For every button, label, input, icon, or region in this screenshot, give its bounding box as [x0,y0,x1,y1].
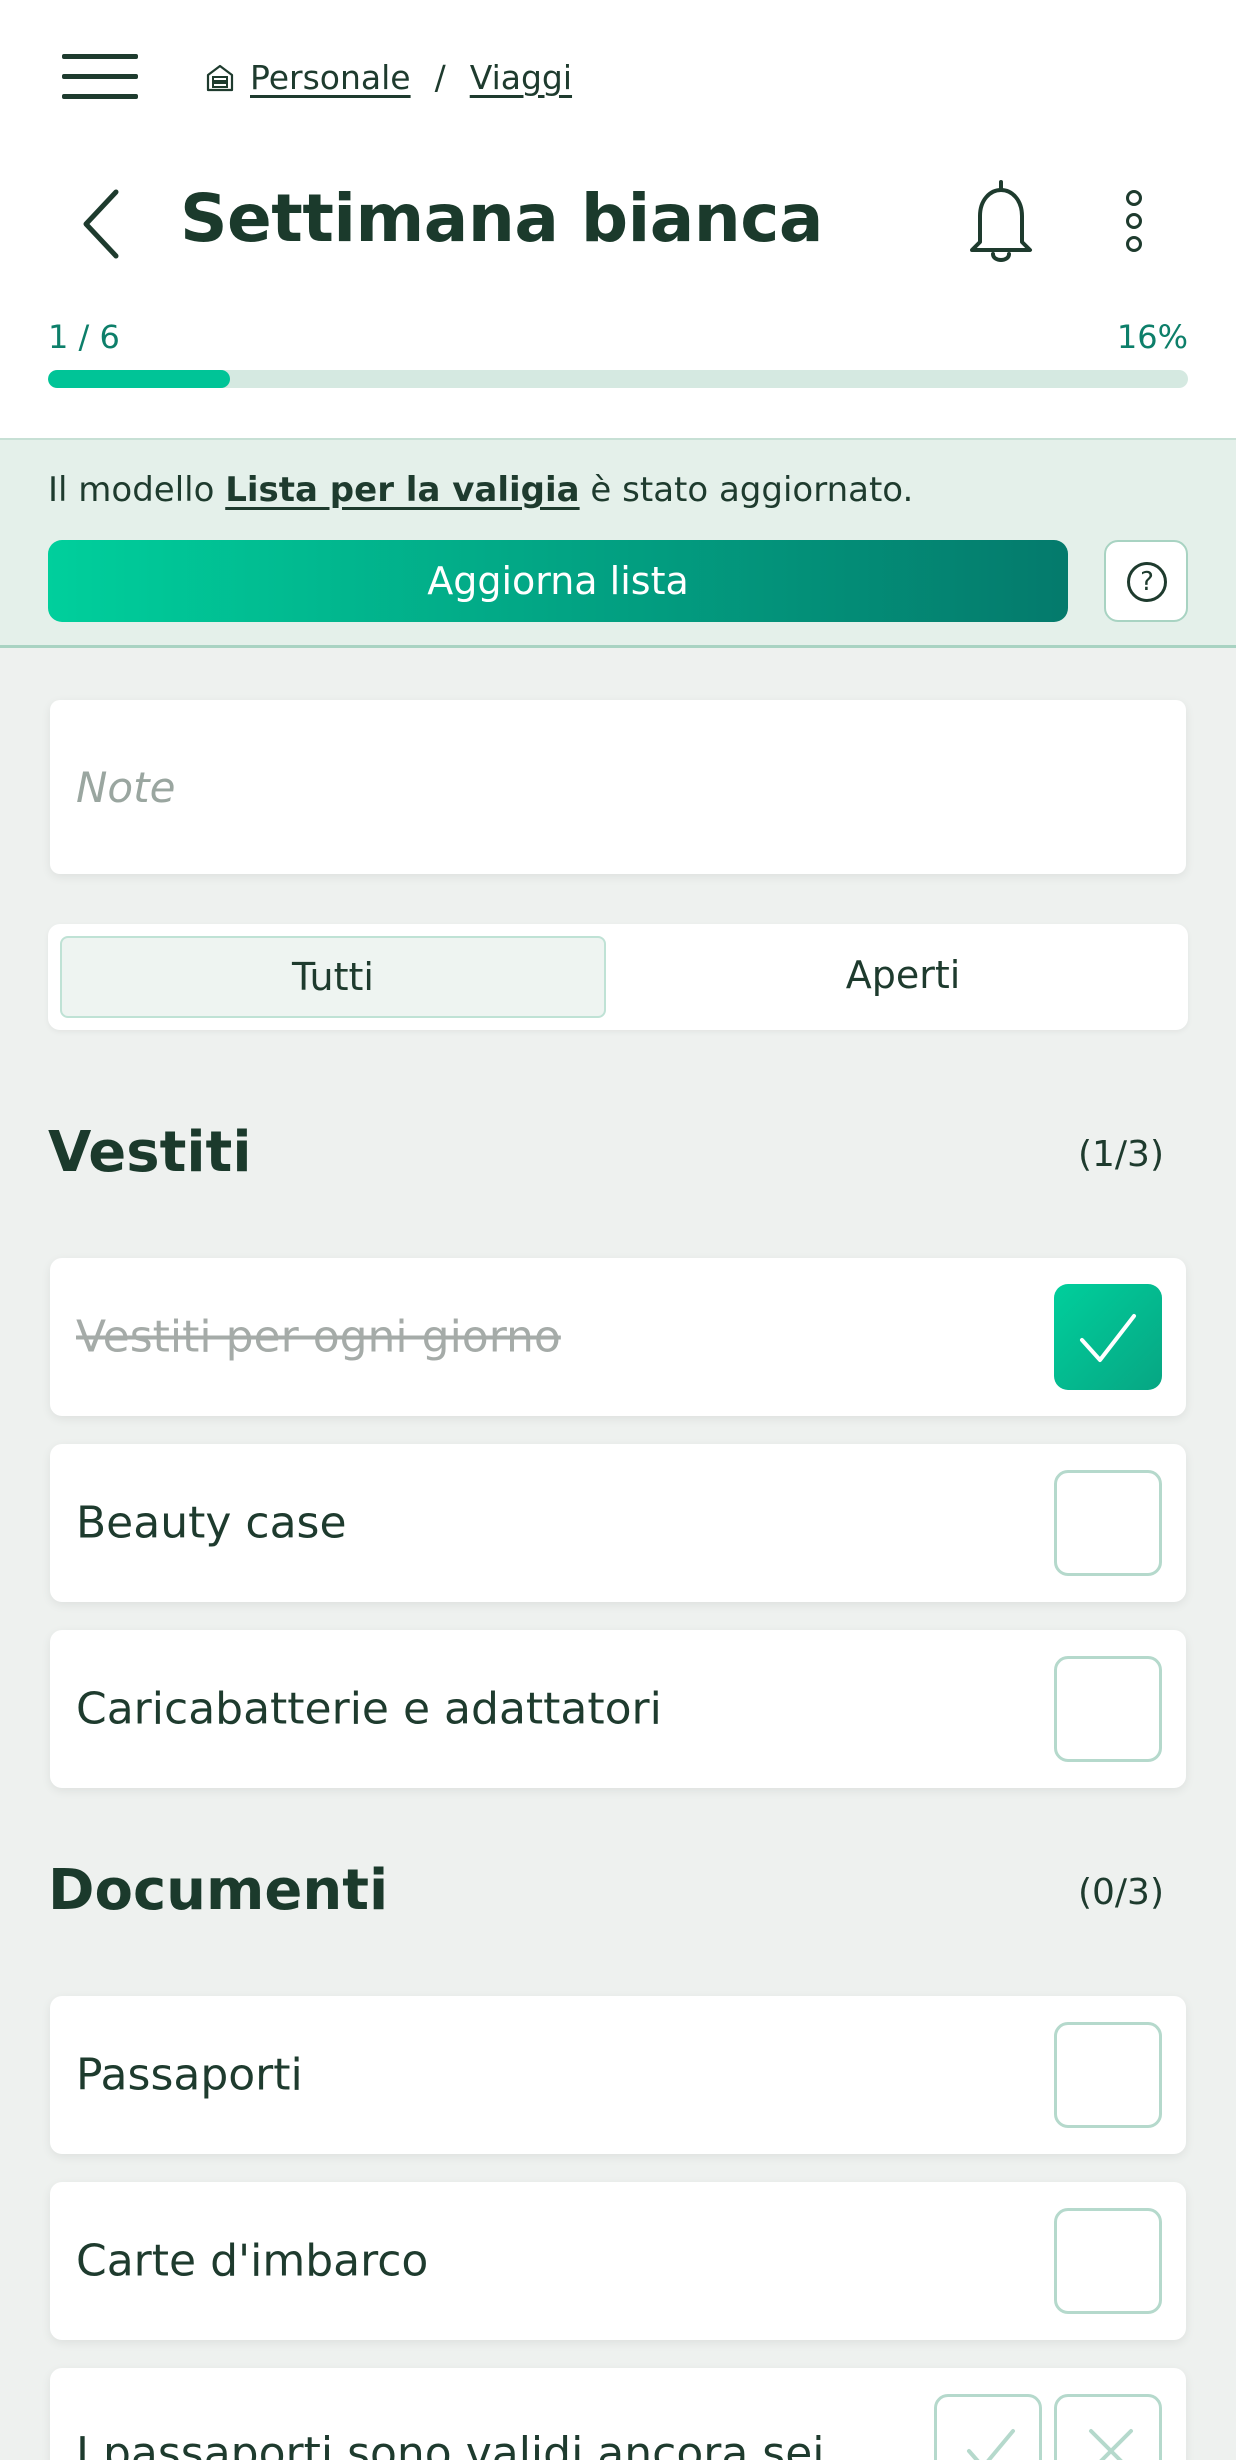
list-item-label: Beauty case [76,1497,347,1549]
close-icon [1089,2429,1133,2460]
section-count: (0/3) [1077,1872,1164,1913]
item-checkbox-checked[interactable] [1054,1284,1162,1390]
breadcrumb-viaggi[interactable]: Viaggi [470,58,572,97]
list-item-label: Vestiti per ogni giorno [76,1311,561,1363]
list-item-label: I passaporti sono validi ancora sei [76,2428,825,2460]
template-update-banner: Il modello Lista per la valigia è stato … [0,438,1236,648]
filter-all-tab[interactable]: Tutti [60,936,606,1018]
progress-bar [48,370,1188,388]
more-options-icon[interactable] [1120,190,1148,252]
item-checkbox[interactable] [1054,1656,1162,1762]
banner-message: Il modello Lista per la valigia è stato … [48,470,913,510]
check-icon [1080,1314,1136,1362]
list-item-label: Passaporti [76,2049,303,2101]
page-title: Settimana bianca [180,180,823,257]
template-link[interactable]: Lista per la valigia [225,470,579,510]
note-field-container [50,700,1186,874]
progress-percent: 16% [1116,318,1188,356]
item-checkbox[interactable] [1054,2022,1162,2128]
item-checkbox[interactable] [1054,2208,1162,2314]
home-icon [206,64,234,91]
list-item[interactable]: Passaporti [50,1996,1186,2154]
item-checkbox[interactable] [1054,1470,1162,1576]
filter-open-tab[interactable]: Aperti [630,936,1176,1018]
bell-icon[interactable] [966,178,1036,266]
list-item-label: Carte d'imbarco [76,2235,429,2287]
top-bar: Personale / Viaggi Settimana bianca 1 / … [0,0,1236,438]
breadcrumb: Personale / Viaggi [204,58,572,97]
banner-message-suffix: è stato aggiornato. [579,470,914,510]
filter-segmented-control: Tutti Aperti [48,924,1188,1030]
breadcrumb-separator: / [434,58,446,97]
list-item[interactable]: Carte d'imbarco [50,2182,1186,2340]
yes-button[interactable] [934,2394,1042,2460]
list-item-label: Caricabatterie e adattatori [76,1683,662,1735]
back-arrow-icon[interactable] [78,186,128,262]
breadcrumb-personale[interactable]: Personale [250,58,411,97]
progress-bar-fill [48,370,231,388]
section-title: Documenti [48,1858,389,1923]
list-item[interactable]: I passaporti sono validi ancora sei [50,2368,1186,2460]
menu-icon[interactable] [62,52,138,102]
note-input[interactable] [76,700,1156,874]
list-item[interactable]: Beauty case [50,1444,1186,1602]
update-list-button[interactable]: Aggiorna lista [48,540,1068,622]
help-icon: ? [1127,562,1167,602]
help-button[interactable]: ? [1104,540,1188,622]
no-button[interactable] [1054,2394,1162,2460]
list-item[interactable]: Caricabatterie e adattatori [50,1630,1186,1788]
section-count: (1/3) [1077,1134,1164,1175]
list-item[interactable]: Vestiti per ogni giorno [50,1258,1186,1416]
banner-message-prefix: Il modello [48,470,226,510]
progress-count: 1 / 6 [48,318,120,356]
section-title: Vestiti [48,1120,252,1185]
check-icon [967,2429,1015,2460]
